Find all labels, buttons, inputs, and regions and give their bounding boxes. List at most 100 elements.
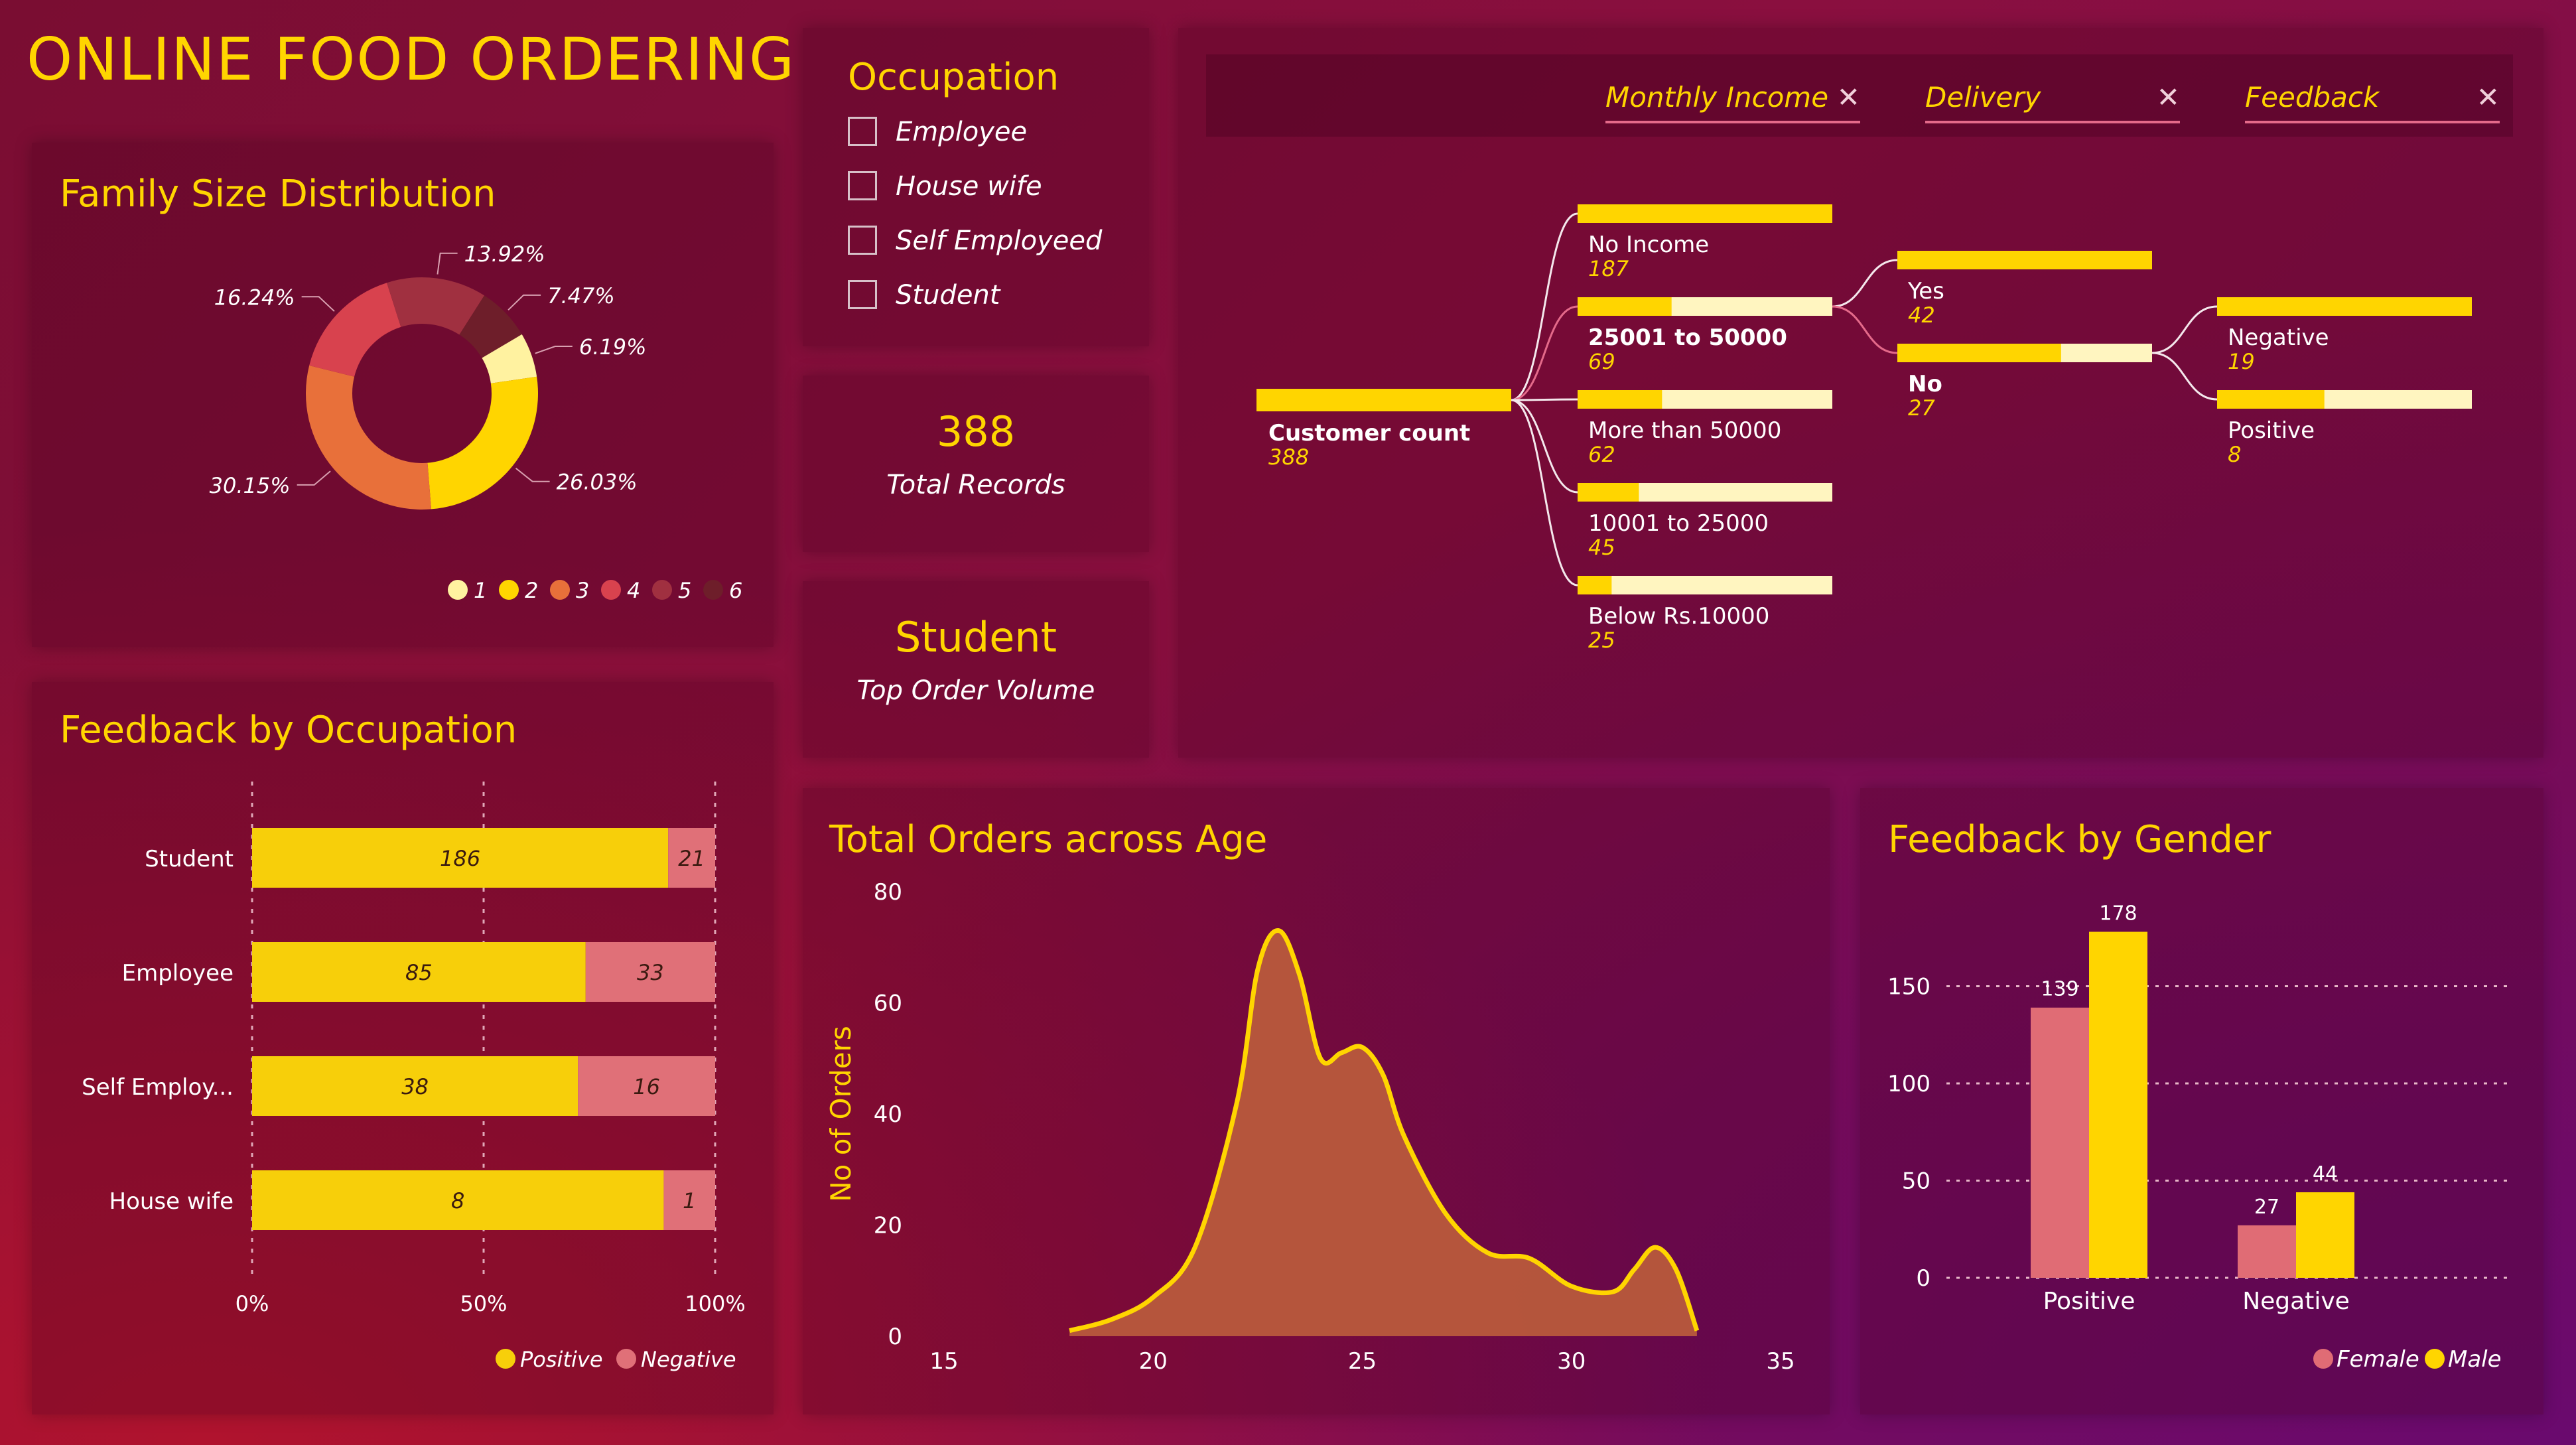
legend-label-female: Female [2337,1346,2419,1373]
tree-node-label: 10001 to 25000 [1588,510,1769,537]
legend-label: 2 [525,578,538,603]
bar-label-negative: 1 [683,1188,696,1213]
tree-node-label: More than 50000 [1588,417,1781,444]
tree-node-value: 69 [1588,349,1615,374]
top-order-volume-value: Student [894,613,1057,661]
tree-node-value: 19 [2228,349,2255,374]
tree-node-value: 27 [1908,395,1935,421]
occupation-filter-title: Occupation [848,56,1059,99]
checkbox[interactable] [848,226,877,255]
tree-root-label: Customer count [1268,420,1470,447]
donut-leader-line [515,467,550,482]
top-order-volume-card: Student Top Order Volume [803,581,1149,758]
legend-marker-negative [616,1349,636,1369]
donut-slice-4 [309,283,401,377]
tree-connector [1832,259,1898,308]
bar-label-male: 178 [2099,902,2137,925]
occupation-option-student[interactable]: Student [848,280,1126,320]
tree-node-bar [1578,390,1662,409]
checkbox[interactable] [848,171,877,200]
donut-data-label: 13.92% [464,241,545,267]
category-label: Employee [122,960,234,987]
tree-connector [2151,352,2218,401]
total-records-card: 388 Total Records [803,376,1149,552]
x-tick-label: 25 [1348,1348,1377,1375]
legend-marker [448,580,468,600]
tree-node-value: 45 [1588,535,1615,560]
donut-leader-line [437,252,458,275]
bar-label-positive: 85 [405,960,433,985]
legend-marker-male [2425,1349,2445,1369]
feedback-occupation-panel: Feedback by Occupation 186 21 Student 85 33 E… [32,682,774,1414]
tree-node-bar [1897,344,2061,362]
decomposition-tree-chart: Customer count388 No Income187 25001 to 50… [1256,204,2472,653]
occupation-option-house-wife[interactable]: House wife [848,171,1126,211]
x-tick-label: 30 [1557,1348,1586,1375]
tree-connector [1832,305,1898,354]
bar-label-female: 27 [2254,1196,2279,1219]
x-tick-label: 35 [1766,1348,1795,1375]
tree-node-bar [1578,297,1672,316]
tree-node-label: Yes [1907,278,1944,305]
donut-data-label: 26.03% [557,470,638,495]
tree-node-bar [2217,297,2472,316]
tree-node-label: No Income [1588,232,1709,258]
tree-node-label: No [1908,371,1942,397]
x-tick-label: 0% [236,1291,269,1316]
tree-node-value: 187 [1588,256,1629,281]
tree-node-bar [2217,390,2325,409]
occupation-option-employee[interactable]: Employee [848,117,1126,157]
donut-data-label: 30.15% [210,473,291,498]
tree-node-bar [1578,483,1639,502]
checkbox[interactable] [848,280,877,309]
legend-label-male: Male [2448,1346,2502,1373]
bar-label-positive: 8 [451,1188,464,1213]
legend-marker [499,580,519,600]
total-records-value: 388 [936,407,1016,456]
decomposition-tree-panel: Monthly Income ✕ Delivery ✕ Feedback ✕ C… [1178,28,2543,758]
bar-label-female: 139 [2041,978,2078,1001]
tree-node-label: Below Rs.10000 [1588,603,1769,630]
orders-age-panel: Total Orders across Age 0 20 40 60 80 15 20 25 3… [803,788,1830,1414]
x-tick-label: 15 [929,1348,958,1375]
y-tick-label: 80 [874,879,902,906]
tree-root-bar [1256,389,1511,411]
legend-marker [652,580,672,600]
occupation-filter-panel: Occupation Employee House wife Self Empl… [803,28,1149,346]
checkbox[interactable] [848,117,877,146]
category-label: Negative [2242,1288,2350,1315]
legend-label-positive: Positive [520,1347,603,1372]
bar-female [2238,1225,2296,1278]
bar-label-negative: 16 [633,1074,660,1099]
area-fill [1069,930,1697,1336]
tree-connector [1511,399,1578,494]
donut-leader-line [297,470,331,486]
orders-age-area-chart: 0 20 40 60 80 15 20 25 30 35 No of Orders [825,879,1795,1375]
donut-data-label: 7.47% [547,283,615,309]
donut-leader-line [301,296,335,312]
y-tick-label: 20 [874,1213,902,1239]
y-tick-label: 100 [1887,1071,1931,1097]
feedback-occupation-chart: 186 21 Student 85 33 Employee 38 16 Self Employ.… [82,782,746,1372]
total-records-label: Total Records [886,470,1065,500]
tree-node-value: 62 [1588,442,1615,467]
legend-label: 6 [729,578,742,603]
legend-label-negative: Negative [641,1347,736,1372]
donut-data-label: 16.24% [214,285,295,310]
y-axis-label: No of Orders [825,1026,857,1202]
x-tick-label: 50% [460,1291,507,1316]
tree-connector [1511,398,1578,401]
category-label: Student [145,846,234,872]
tree-node-value: 8 [2228,442,2241,467]
category-label: Self Employ... [82,1074,234,1101]
bar-female [2031,1007,2089,1278]
feedback-gender-bar-chart: 0 50 100 150 139 178 Positive 27 44 Negative Femal… [1887,902,2510,1373]
tree-root-value: 388 [1268,445,1309,470]
x-tick-label: 100% [685,1291,745,1316]
bar-label-negative: 33 [637,960,664,985]
tree-connector [2151,305,2218,354]
occupation-option-self-employed[interactable]: Self Employeed [848,226,1126,265]
legend-marker-female [2313,1349,2333,1369]
category-label: House wife [109,1188,234,1215]
family-size-panel: Family Size Distribution 6.19% 26.03% 30.1… [32,143,774,647]
